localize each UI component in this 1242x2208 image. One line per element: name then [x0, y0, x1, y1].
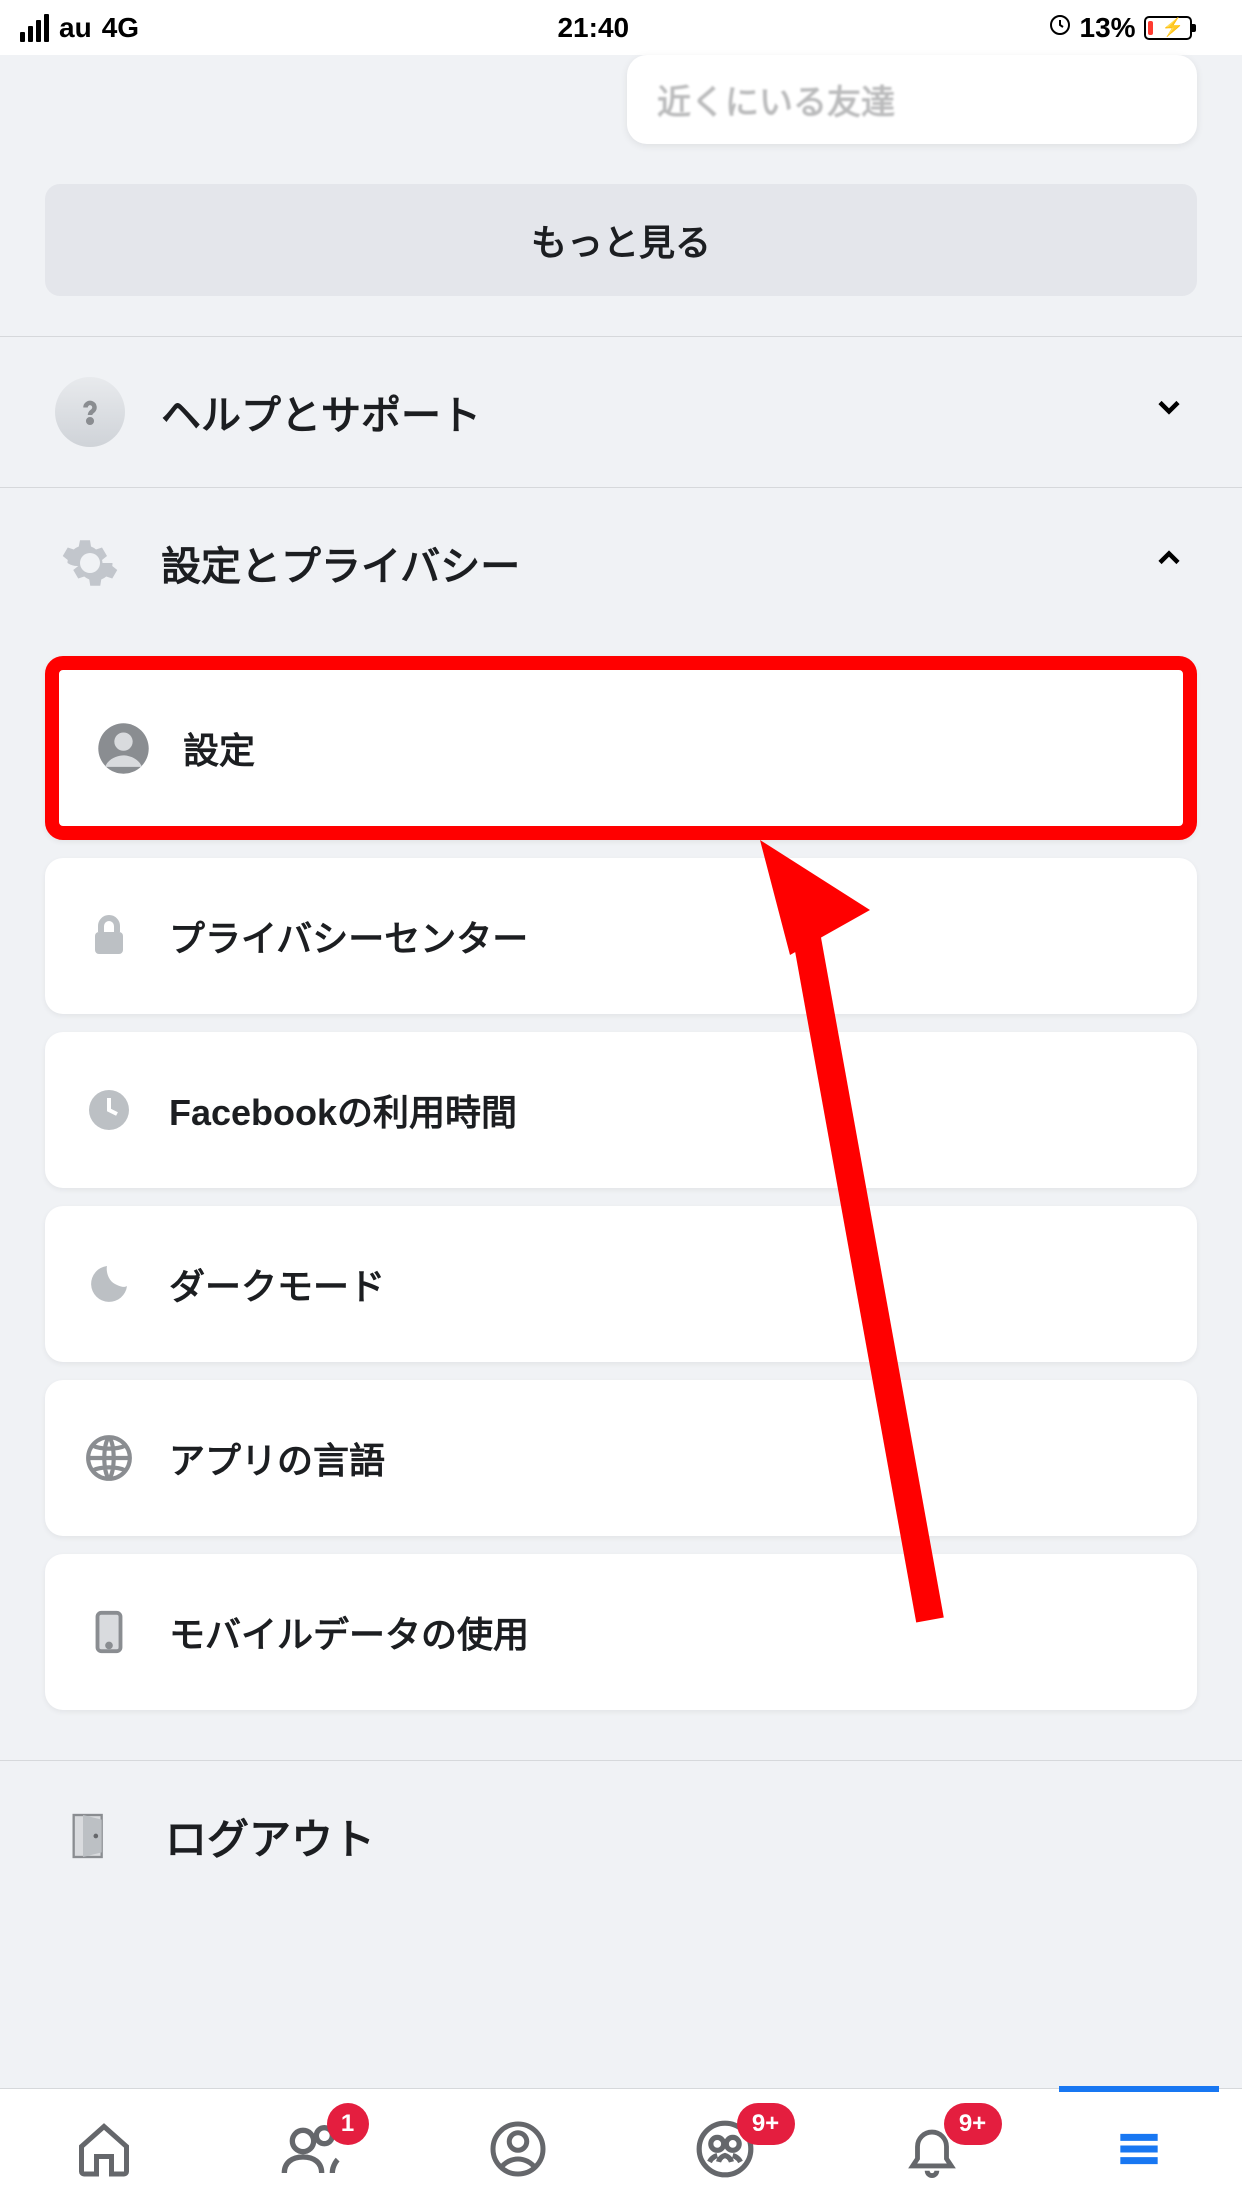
- phone-icon: [79, 1602, 139, 1662]
- time-facebook-label: Facebookの利用時間: [169, 1084, 517, 1136]
- globe-icon: [79, 1428, 139, 1488]
- rotation-lock-icon: [1048, 12, 1072, 44]
- time-facebook-item[interactable]: Facebookの利用時間: [45, 1032, 1197, 1188]
- settings-privacy-label: 設定とプライバシー: [161, 534, 520, 592]
- app-language-label: アプリの言語: [169, 1432, 385, 1484]
- moon-icon: [79, 1254, 139, 1314]
- question-icon: [55, 377, 125, 447]
- charging-icon: ⚡: [1162, 17, 1184, 38]
- nav-groups[interactable]: 9+: [685, 2109, 765, 2189]
- lock-icon: [79, 906, 139, 966]
- settings-privacy-row[interactable]: 設定とプライバシー: [0, 487, 1242, 638]
- see-more-label: もっと見る: [531, 222, 711, 263]
- app-language-item[interactable]: アプリの言語: [45, 1380, 1197, 1536]
- privacy-center-item[interactable]: プライバシーセンター: [45, 858, 1197, 1014]
- status-left: au 4G: [20, 12, 139, 44]
- help-support-row[interactable]: ヘルプとサポート: [0, 336, 1242, 487]
- settings-item[interactable]: 設定: [45, 656, 1197, 840]
- nav-menu[interactable]: [1099, 2109, 1179, 2189]
- privacy-center-label: プライバシーセンター: [169, 910, 528, 962]
- clock-icon: [79, 1080, 139, 1140]
- gear-icon: [55, 528, 125, 598]
- status-bar: au 4G 21:40 13% ⚡: [0, 0, 1242, 55]
- chevron-up-icon: [1151, 540, 1187, 586]
- dark-mode-item[interactable]: ダークモード: [45, 1206, 1197, 1362]
- nav-friends[interactable]: 1: [271, 2109, 351, 2189]
- help-support-label: ヘルプとサポート: [161, 383, 481, 441]
- person-circle-icon: [93, 718, 153, 778]
- logout-row[interactable]: ログアウト: [0, 1760, 1242, 1911]
- logout-label: ログアウト: [165, 1806, 375, 1867]
- signal-icon: [20, 14, 49, 42]
- nearby-friends-label: 近くにいる友達: [657, 84, 895, 122]
- notifications-badge: 9+: [944, 2103, 1002, 2145]
- friends-badge: 1: [327, 2103, 369, 2145]
- nearby-friends-card[interactable]: 近くにいる友達: [627, 55, 1197, 144]
- mobile-data-label: モバイルデータの使用: [169, 1606, 529, 1658]
- battery-pct: 13%: [1080, 12, 1136, 44]
- nav-profile[interactable]: [478, 2109, 558, 2189]
- nav-home[interactable]: [64, 2109, 144, 2189]
- mobile-data-item[interactable]: モバイルデータの使用: [45, 1554, 1197, 1710]
- carrier-label: au: [59, 12, 92, 44]
- settings-label: 設定: [183, 722, 255, 774]
- bottom-nav: 1 9+ 9+: [0, 2088, 1242, 2208]
- status-time: 21:40: [557, 12, 629, 44]
- dark-mode-label: ダークモード: [169, 1258, 385, 1310]
- nav-notifications[interactable]: 9+: [892, 2109, 972, 2189]
- door-icon: [55, 1801, 125, 1871]
- see-more-button[interactable]: もっと見る: [45, 184, 1197, 296]
- groups-badge: 9+: [737, 2103, 795, 2145]
- network-label: 4G: [102, 12, 139, 44]
- status-right: 13% ⚡: [1048, 12, 1222, 44]
- chevron-down-icon: [1151, 389, 1187, 435]
